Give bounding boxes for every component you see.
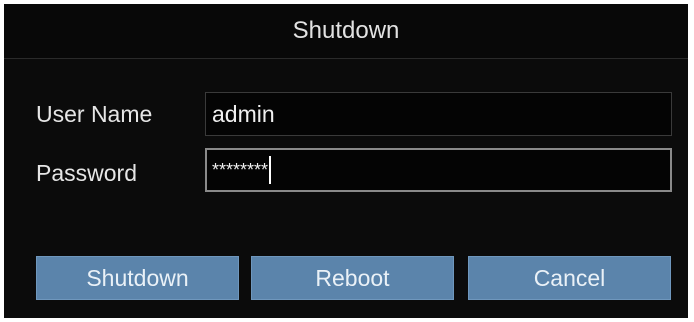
- shutdown-dialog: Shutdown User Name admin Password ******…: [4, 4, 688, 318]
- shutdown-button[interactable]: Shutdown: [36, 256, 239, 300]
- reboot-button[interactable]: Reboot: [251, 256, 454, 300]
- username-field[interactable]: admin: [205, 92, 672, 136]
- password-value: ********: [212, 160, 269, 180]
- dialog-body: User Name admin Password ******** Shutdo…: [4, 59, 688, 318]
- username-label: User Name: [36, 101, 153, 127]
- dialog-title: Shutdown: [4, 4, 688, 59]
- cancel-button[interactable]: Cancel: [468, 256, 671, 300]
- text-caret: [269, 155, 272, 184]
- password-label: Password: [36, 160, 137, 186]
- password-field[interactable]: ********: [205, 148, 672, 192]
